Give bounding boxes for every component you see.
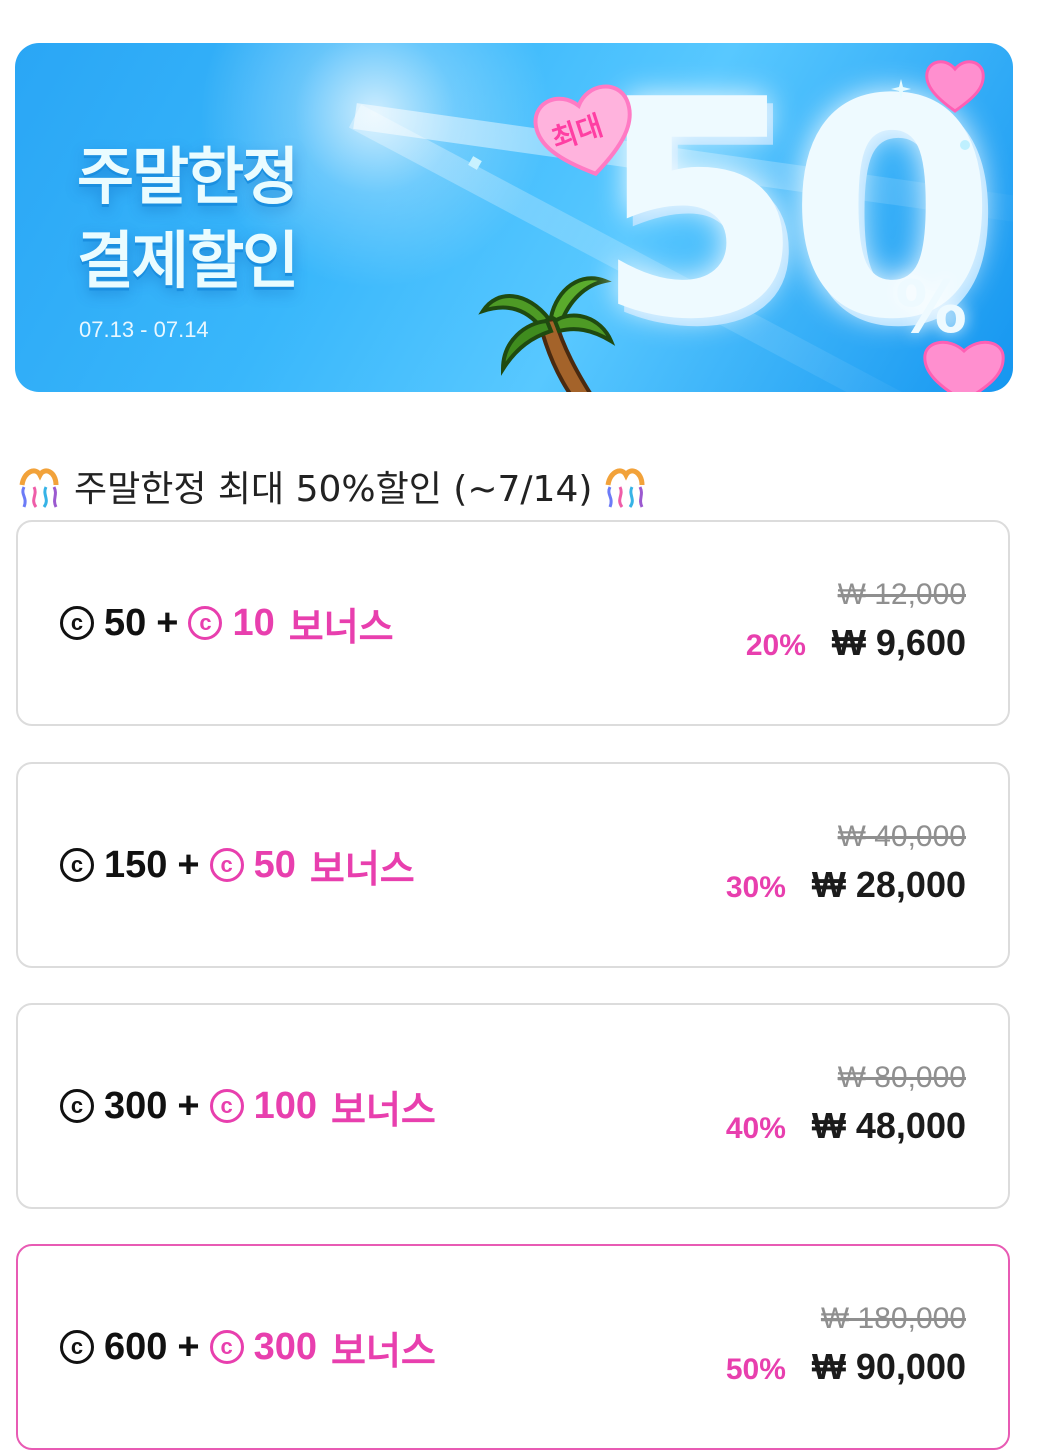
coin-icon: c xyxy=(60,848,94,882)
coin-bundle: c 300 + c 100 보너스 xyxy=(60,1005,436,1207)
bonus-amount: 100 xyxy=(253,1084,318,1127)
discount-rate: 30% xyxy=(725,871,786,904)
original-price: ₩ 180,000 xyxy=(820,1302,966,1335)
sale-price-line: 20% ₩ 9,600 xyxy=(746,622,966,664)
coin-bundle: c 600 + c 300 보너스 xyxy=(60,1246,436,1448)
sale-price: ₩ 90,000 xyxy=(811,1346,966,1387)
original-price: ₩ 40,000 xyxy=(837,820,966,853)
sale-price: ₩ 28,000 xyxy=(811,864,966,905)
banner-date-range: 07.13 - 07.14 xyxy=(79,317,209,342)
base-coins: c 150 xyxy=(60,844,167,887)
banner-title-line1: 주말한정 xyxy=(77,140,299,213)
bonus-coin-icon: c xyxy=(209,1330,244,1364)
sale-price-line: 40% ₩ 48,000 xyxy=(726,1105,966,1147)
plus-sign: + xyxy=(156,601,179,644)
banner-title: 주말한정 결제할인 xyxy=(77,135,299,303)
plus-sign: + xyxy=(177,1325,200,1368)
discount-rate: 20% xyxy=(745,629,806,662)
bonus-label: 보너스 xyxy=(331,1089,436,1132)
party-popper-icon xyxy=(19,468,59,508)
coin-icon: c xyxy=(60,1330,94,1364)
coin-bundle: c 50 + c 10 보너스 xyxy=(60,522,394,724)
plus-sign: + xyxy=(177,843,200,886)
section-title: 주말한정 최대 50%할인 (~7/14) xyxy=(14,460,650,512)
coin-icon: c xyxy=(60,606,94,640)
discount-rate: 50% xyxy=(725,1353,786,1386)
sale-price-line: 50% ₩ 90,000 xyxy=(726,1346,966,1388)
sale-price-line: 30% ₩ 28,000 xyxy=(726,864,966,906)
bonus-amount: 300 xyxy=(253,1325,318,1368)
heart-icon xyxy=(923,340,1005,392)
product-card-selected[interactable]: c 600 + c 300 보너스 ₩ 180,000 50% ₩ 90,000 xyxy=(16,1244,1010,1450)
bonus-amount: 10 xyxy=(232,601,275,644)
base-amount: 50 xyxy=(104,601,147,644)
promo-banner[interactable]: 주말한정 결제할인 07.13 - 07.14 50 % 최대 xyxy=(15,43,1013,392)
bonus-coins: c 100 보너스 xyxy=(209,1079,436,1134)
coin-icon: c xyxy=(60,1089,94,1123)
bonus-label: 보너스 xyxy=(331,1330,436,1373)
sparkle-icon xyxy=(891,79,911,99)
bonus-label: 보너스 xyxy=(288,606,394,649)
base-amount: 600 xyxy=(104,1325,168,1368)
sale-price: ₩ 48,000 xyxy=(811,1105,966,1146)
plus-sign: + xyxy=(177,1084,200,1127)
bonus-coin-icon: c xyxy=(209,848,244,882)
heart-icon xyxy=(925,60,985,113)
product-card[interactable]: c 300 + c 100 보너스 ₩ 80,000 40% ₩ 48,000 xyxy=(16,1003,1010,1209)
bonus-amount: 50 xyxy=(253,843,296,886)
bonus-coins: c 10 보너스 xyxy=(188,596,394,651)
banner-title-line2: 결제할인 xyxy=(77,224,299,297)
base-coins: c 50 xyxy=(60,602,146,645)
original-price: ₩ 80,000 xyxy=(837,1061,966,1094)
base-amount: 300 xyxy=(104,1084,168,1127)
discount-rate: 40% xyxy=(725,1112,786,1145)
bonus-label: 보너스 xyxy=(309,848,415,891)
sale-price: ₩ 9,600 xyxy=(831,622,966,663)
product-card[interactable]: c 50 + c 10 보너스 ₩ 12,000 20% ₩ 9,600 xyxy=(16,520,1010,726)
bonus-coin-icon: c xyxy=(188,606,223,640)
party-popper-icon xyxy=(605,468,645,508)
bonus-coin-icon: c xyxy=(209,1089,244,1123)
section-title-text: 주말한정 최대 50%할인 (~7/14) xyxy=(74,469,593,510)
original-price: ₩ 12,000 xyxy=(837,578,966,611)
bonus-coins: c 300 보너스 xyxy=(209,1320,436,1375)
base-amount: 150 xyxy=(104,843,168,886)
bonus-coins: c 50 보너스 xyxy=(209,838,415,893)
sparkle-icon xyxy=(468,156,482,170)
sparkle-icon xyxy=(960,140,970,150)
base-coins: c 600 xyxy=(60,1326,167,1369)
base-coins: c 300 xyxy=(60,1085,167,1128)
product-card[interactable]: c 150 + c 50 보너스 ₩ 40,000 30% ₩ 28,000 xyxy=(16,762,1010,968)
coin-bundle: c 150 + c 50 보너스 xyxy=(60,764,415,966)
